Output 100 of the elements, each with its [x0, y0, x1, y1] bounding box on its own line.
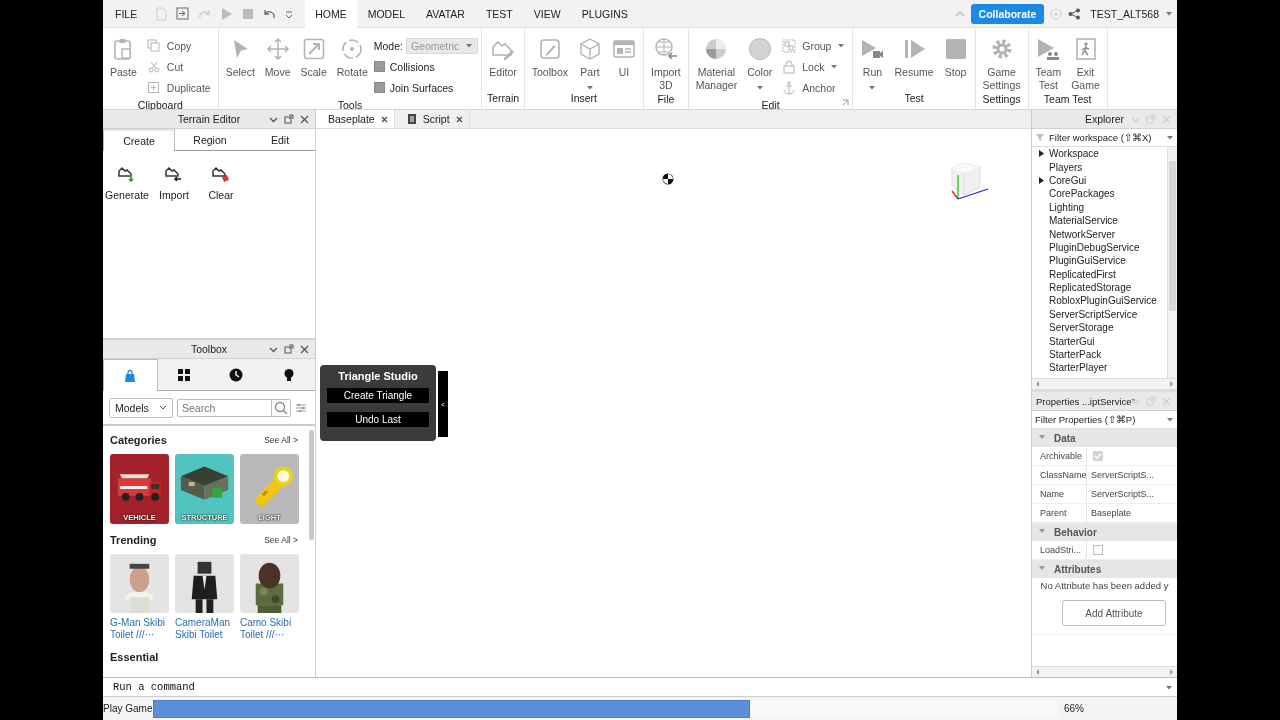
tool-button[interactable]: Clear [199, 164, 243, 201]
checkbox-option[interactable]: Join Surfaces [373, 77, 479, 98]
tool-button[interactable]: Toolbox [527, 35, 572, 79]
asset-name[interactable]: Camo Skibi Toilet ///··· [240, 617, 299, 641]
tool-button[interactable]: Import [152, 164, 196, 201]
checkbox[interactable] [373, 61, 385, 72]
checkbox[interactable] [1093, 545, 1103, 555]
tool-button[interactable]: UI [608, 35, 640, 79]
tool-button[interactable]: Game Settings [978, 35, 1025, 92]
chevron-icon[interactable] [269, 345, 278, 353]
user-name[interactable]: TEST_ALT568 [1090, 7, 1159, 20]
tree-item[interactable]: RobloxPluginGuiService [1032, 294, 1167, 308]
ribbon-tab[interactable]: VIEW [523, 0, 571, 28]
ribbon-tab[interactable]: MODEL [357, 0, 416, 28]
tree-item[interactable]: CorePackages [1032, 187, 1167, 201]
tool-button[interactable]: Material Manager [691, 35, 742, 92]
filter-field[interactable]: Filter workspace (⇧⌘X) [1032, 129, 1177, 147]
tree-item[interactable]: PluginGuiService [1032, 254, 1167, 268]
asset-name[interactable]: CameraMan Skibi Toilet [175, 617, 234, 641]
tree-item[interactable]: ServerStorage [1032, 321, 1167, 335]
file-menu[interactable]: FILE [105, 0, 148, 28]
tool-button[interactable]: Duplicate [142, 77, 215, 98]
checkbox[interactable] [373, 82, 385, 93]
section-header[interactable]: Behavior [1032, 523, 1177, 541]
search-icon[interactable] [271, 399, 291, 417]
tool-button[interactable]: Run [856, 35, 889, 91]
tool-button[interactable]: Part [574, 35, 606, 91]
share-icon[interactable] [1068, 7, 1081, 20]
checkbox[interactable] [1093, 451, 1103, 461]
tool-button[interactable]: Color [743, 35, 777, 91]
tree-item[interactable]: Lighting [1032, 200, 1167, 214]
close-icon[interactable] [380, 115, 388, 123]
search-field[interactable]: Search [177, 399, 271, 417]
tool-button[interactable]: Exit Game [1067, 35, 1104, 92]
tab[interactable] [262, 359, 315, 391]
tree-item[interactable]: ReplicatedStorage [1032, 280, 1167, 295]
see-all-link[interactable]: See All > [264, 435, 298, 445]
tree-item[interactable]: ServerScriptService [1032, 307, 1167, 322]
tool-button[interactable]: Select [221, 35, 259, 79]
tree-item[interactable]: StarterGui [1032, 334, 1167, 348]
tool-button[interactable]: Copy [142, 35, 215, 56]
filter-icon[interactable] [295, 402, 307, 414]
ribbon-tab[interactable]: AVATAR [416, 0, 475, 28]
collaborate-button[interactable]: Collaborate [970, 3, 1045, 24]
expand-icon[interactable] [842, 99, 850, 106]
document-tab[interactable]: Baseplate [316, 110, 395, 128]
tree-item[interactable]: Workspace [1032, 147, 1167, 161]
close-icon[interactable] [455, 115, 463, 123]
scrollbar[interactable] [309, 430, 314, 540]
section-header[interactable]: Attributes [1032, 560, 1177, 578]
tool-button[interactable]: Move [260, 35, 295, 79]
section-header[interactable]: Data [1032, 429, 1177, 447]
scrollbar[interactable] [1032, 666, 1177, 677]
tool-button[interactable]: Stop [939, 35, 972, 79]
tool-button[interactable]: Rotate [332, 35, 372, 79]
tab[interactable]: Create [103, 129, 175, 151]
stop-icon[interactable] [242, 7, 255, 20]
tree-item[interactable]: PluginDebugService [1032, 240, 1167, 255]
collapse-icon[interactable] [954, 9, 965, 18]
tool-button[interactable]: Resume [890, 35, 938, 79]
tool-button[interactable]: Cut [142, 56, 215, 77]
category-dropdown[interactable]: Models [109, 398, 173, 418]
tab[interactable] [157, 359, 210, 391]
tool-button[interactable]: Editor [485, 35, 521, 79]
chevron-icon[interactable] [269, 115, 278, 123]
ribbon-tab[interactable]: TEST [475, 0, 523, 28]
tree-item[interactable]: StarterPlayer [1032, 361, 1167, 375]
expand-arrow-icon[interactable] [1038, 175, 1045, 185]
undock-icon[interactable] [284, 344, 294, 354]
command-field[interactable]: Run a command [103, 680, 1165, 694]
tool-button[interactable]: Team Test [1031, 35, 1066, 92]
close-icon[interactable] [300, 344, 309, 354]
import-icon[interactable] [176, 7, 190, 20]
scrollbar[interactable] [1032, 378, 1177, 389]
close-icon[interactable] [300, 114, 309, 124]
asset-name[interactable]: G-Man Skibi Toilet ///··· [110, 617, 169, 641]
plugin-button[interactable]: Undo Last [327, 412, 429, 427]
ribbon-tab[interactable]: HOME [305, 0, 357, 28]
checkbox-option[interactable]: Collisions [373, 56, 479, 77]
play-icon[interactable] [220, 6, 234, 21]
plugin-button[interactable]: Create Triangle [327, 388, 429, 403]
document-tab[interactable]: Script [394, 110, 470, 128]
tree-item[interactable]: Players [1032, 160, 1167, 174]
see-all-link[interactable]: See All > [264, 535, 298, 545]
scrollbar[interactable] [1167, 147, 1177, 378]
tool-button[interactable]: Import 3D [647, 35, 685, 92]
tree-item[interactable]: StarterPack [1032, 347, 1167, 362]
undock-icon[interactable] [284, 114, 294, 124]
tool-button[interactable]: Group [778, 35, 850, 56]
tree-item[interactable]: NetworkServer [1032, 227, 1167, 241]
tree-item[interactable]: ReplicatedFirst [1032, 267, 1167, 281]
tool-button[interactable]: Scale [296, 35, 331, 79]
undo-icon[interactable] [263, 7, 277, 20]
tool-button[interactable]: Generate [105, 164, 149, 201]
ribbon-tab[interactable]: PLUGINS [571, 0, 638, 28]
tool-button[interactable]: Lock [778, 56, 850, 77]
tool-button[interactable]: Paste [106, 35, 141, 79]
tree-item[interactable]: CoreGui [1032, 173, 1167, 188]
tree-item[interactable]: MaterialService [1032, 213, 1167, 228]
add-attribute-button[interactable]: Add Attribute [1062, 600, 1166, 626]
